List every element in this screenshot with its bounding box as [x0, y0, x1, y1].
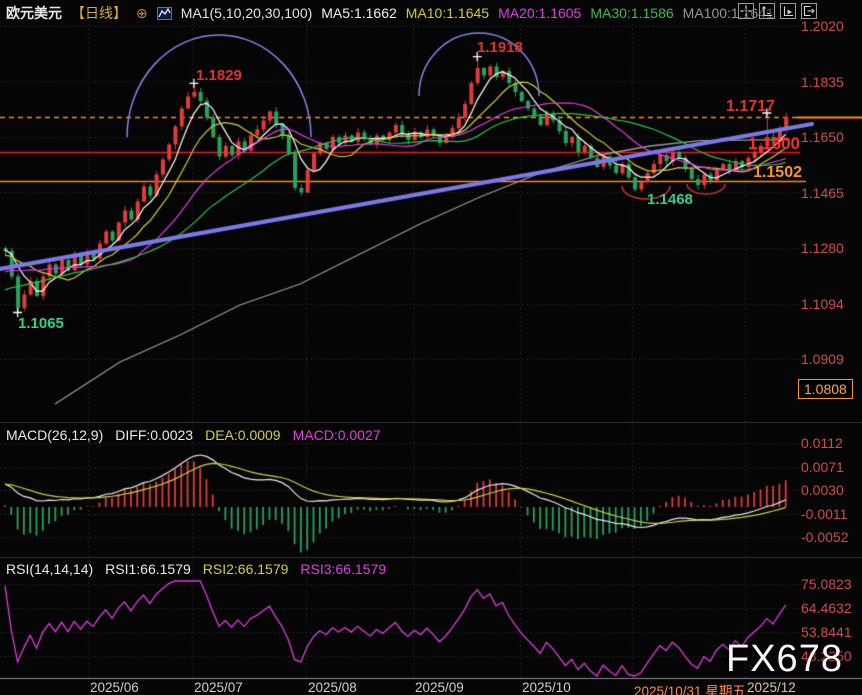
- annotation-resistance-1-1717: 1.1717: [726, 98, 775, 115]
- axis-scale-icon[interactable]: [759, 3, 775, 19]
- chart-toolbar: [738, 3, 817, 19]
- macd-panel-header: MACD(26,12,9) DIFF:0.0023 DEA:0.0009 MAC…: [6, 427, 381, 443]
- ma-params-label: MA1(5,10,20,30,100): [180, 5, 313, 21]
- macd-tick-label: 0.0112: [801, 435, 843, 451]
- annotation-high-1-1918: 1.1918: [477, 39, 523, 56]
- rsi-panel-header: RSI(14,14,14) RSI1:66.1579 RSI2:66.1579 …: [6, 561, 386, 577]
- rsi-tick-label: 64.4632: [801, 600, 852, 616]
- price-tick-label: 1.1280: [801, 240, 844, 256]
- ma10-value: MA10:1.1645: [405, 5, 490, 21]
- axis-boxed-price-label: 1.0808: [798, 379, 853, 399]
- chart-type-icon[interactable]: [156, 6, 172, 20]
- hline-label-1-1502: 1.1502: [753, 164, 802, 181]
- time-tick-label: 2025/12: [747, 680, 796, 695]
- macd-tick-label: 0.0030: [801, 482, 844, 498]
- time-tick-label: 2025/10: [522, 680, 571, 695]
- rsi-params-label: RSI(14,14,14): [6, 561, 94, 577]
- price-tick-label: 1.1094: [801, 295, 844, 312]
- macd-dea-value: DEA:0.0009: [205, 427, 281, 443]
- price-tick-label: 1.1650: [801, 129, 844, 145]
- exit-icon[interactable]: [801, 3, 817, 19]
- app: { "header": { "symbol": "欧元美元", "period"…: [0, 0, 862, 695]
- rsi1-value: RSI1:66.1579: [105, 561, 191, 577]
- rsi-tick-label: 75.0823: [801, 576, 852, 592]
- price-tick-label: 1.2020: [801, 18, 844, 34]
- annotation-low-1-1468: 1.1468: [647, 191, 693, 208]
- macd-params-label: MACD(26,12,9): [6, 427, 104, 443]
- chart-header: 欧元美元 【日线】 ⊕ MA1(5,10,20,30,100) MA5:1.16…: [6, 4, 774, 22]
- price-tick-label: 1.0909: [801, 351, 844, 368]
- macd-tick-label: -0.0011: [801, 505, 848, 522]
- ma20-value: MA20:1.1605: [498, 5, 582, 21]
- annotation-high-1-1829: 1.1829: [196, 67, 242, 84]
- ma30-value: MA30:1.1586: [590, 5, 674, 21]
- circle-plus-icon[interactable]: ⊕: [136, 6, 148, 20]
- rsi3-value: RSI3:66.1579: [300, 561, 387, 577]
- macd-macd-value: MACD:0.0027: [292, 427, 381, 443]
- rsi2-value: RSI2:66.1579: [202, 561, 289, 577]
- time-tick-label: 2025/08: [308, 680, 357, 695]
- symbol-title: 欧元美元: [6, 5, 62, 21]
- watermark: FX678: [726, 638, 843, 680]
- macd-tick-label: -0.0052: [801, 529, 849, 545]
- time-tick-label: 2025/06: [90, 680, 139, 695]
- timeframe-label[interactable]: 【日线】: [71, 3, 127, 23]
- hline-label-1-1600: 1.1600: [748, 134, 800, 153]
- crosshair-icon[interactable]: [738, 3, 754, 19]
- ma5-value: MA5:1.1662: [321, 5, 397, 21]
- macd-tick-label: 0.0071: [801, 458, 844, 475]
- chart-play-icon[interactable]: [780, 3, 796, 19]
- time-tick-label: 2025/07: [194, 680, 243, 695]
- time-tick-label: 2025/09: [415, 680, 464, 695]
- annotation-low-1-1065: 1.1065: [18, 315, 64, 332]
- macd-diff-value: DIFF:0.0023: [115, 427, 194, 443]
- time-tick-label: 2025/10/31 星期五: [634, 684, 746, 695]
- price-tick-label: 1.1835: [801, 73, 844, 90]
- price-tick-label: 1.1465: [801, 184, 844, 201]
